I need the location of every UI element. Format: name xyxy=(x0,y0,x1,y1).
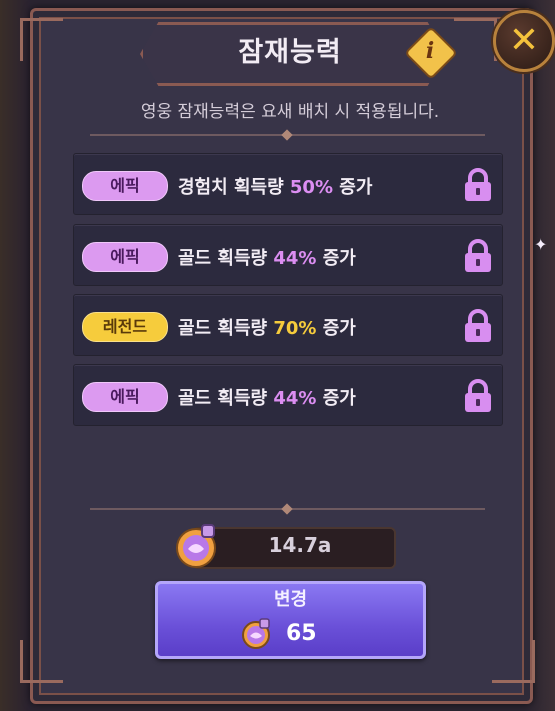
ability-value: 44% xyxy=(273,388,317,409)
rarity-badge: 에픽 xyxy=(82,242,168,272)
ability-row: 에픽 골드 획득량 44% 증가 xyxy=(73,224,503,286)
change-button-label[interactable]: 변경 xyxy=(155,585,426,611)
ability-row: 에픽 경험치 획득량 50% 증가 xyxy=(73,153,503,215)
rarity-badge: 에픽 xyxy=(82,171,168,201)
ability-row: 레전드 골드 획득량 70% 증가 xyxy=(73,294,503,356)
currency-amount: 14.7a xyxy=(268,533,332,557)
page-title: 잠재능력 xyxy=(238,37,342,68)
ability-value: 50% xyxy=(289,177,333,198)
rarity-badge: 에픽 xyxy=(82,382,168,412)
ability-description: 골드 획득량 44% 증가 xyxy=(178,388,356,409)
frame-corner-ornament xyxy=(492,640,535,683)
close-icon[interactable]: ✕ xyxy=(493,10,555,72)
ability-description: 골드 획득량 70% 증가 xyxy=(178,318,356,339)
ability-value: 44% xyxy=(273,248,317,269)
rarity-badge: 레전드 xyxy=(82,312,168,342)
info-icon[interactable]: i xyxy=(418,34,442,68)
background-left xyxy=(0,0,30,711)
lock-icon[interactable] xyxy=(462,309,494,343)
sparkle-icon: ✦ xyxy=(534,235,548,254)
change-cost[interactable]: 65 xyxy=(286,621,317,646)
potion-orb-icon xyxy=(242,618,270,649)
lock-icon[interactable] xyxy=(462,168,494,202)
ability-description: 골드 획득량 44% 증가 xyxy=(178,248,356,269)
ability-row: 에픽 골드 획득량 44% 증가 xyxy=(73,364,503,426)
ability-description: 경험치 획득량 50% 증가 xyxy=(178,177,373,198)
ability-value: 70% xyxy=(273,318,317,339)
frame-corner-ornament xyxy=(454,18,497,61)
lock-icon[interactable] xyxy=(462,239,494,273)
frame-corner-ornament xyxy=(20,18,63,61)
frame-corner-ornament xyxy=(20,640,63,683)
subtitle-text: 영웅 잠재능력은 요새 배치 시 적용됩니다. xyxy=(140,102,440,122)
lock-icon[interactable] xyxy=(462,379,494,413)
